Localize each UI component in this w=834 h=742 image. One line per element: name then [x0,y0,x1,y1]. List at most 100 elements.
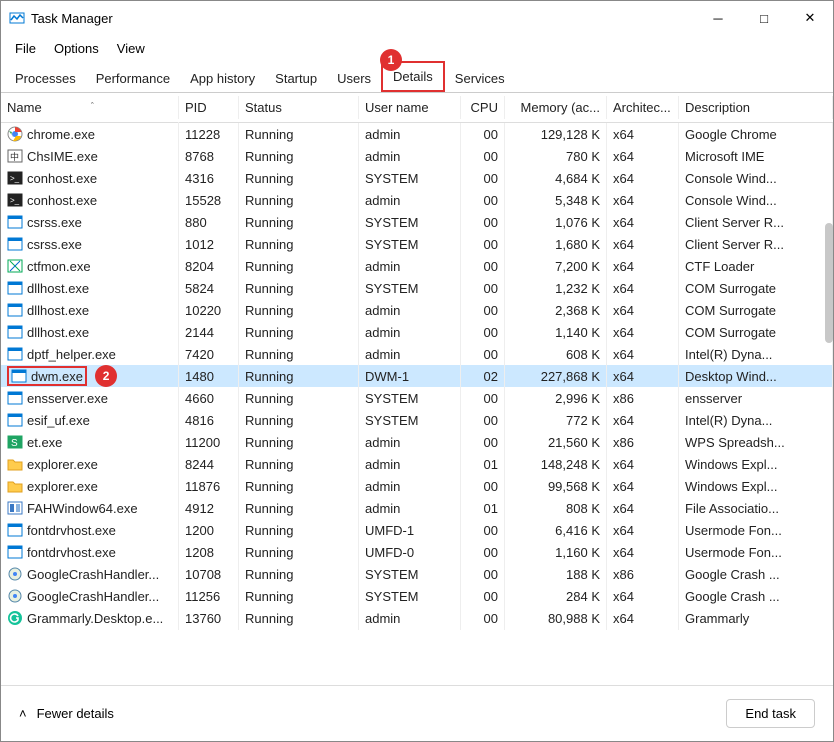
table-row[interactable]: dllhost.exe 2144 Running admin 00 1,140 … [1,321,833,343]
cell-user: SYSTEM [359,233,461,256]
cell-status: Running [239,277,359,300]
table-row[interactable]: fontdrvhost.exe 1208 Running UMFD-0 00 1… [1,541,833,563]
tab-users[interactable]: Users [327,65,381,92]
process-name: fontdrvhost.exe [27,523,116,538]
table-row[interactable]: chrome.exe 11228 Running admin 00 129,12… [1,123,833,145]
table-row[interactable]: Set.exe 11200 Running admin 00 21,560 K … [1,431,833,453]
cell-arch: x86 [607,387,679,410]
cell-memory: 284 K [505,585,607,608]
table-row[interactable]: dllhost.exe 5824 Running SYSTEM 00 1,232… [1,277,833,299]
cell-arch: x64 [607,299,679,322]
tab-performance[interactable]: Performance [86,65,180,92]
table-row[interactable]: fontdrvhost.exe 1200 Running UMFD-1 00 6… [1,519,833,541]
cell-arch: x64 [607,211,679,234]
cell-pid: 11876 [179,475,239,498]
process-icon [7,280,23,296]
cell-status: Running [239,431,359,454]
menu-options[interactable]: Options [46,39,107,58]
svg-text:>_: >_ [10,174,20,183]
cell-status: Running [239,321,359,344]
cell-pid: 1200 [179,519,239,542]
cell-memory: 808 K [505,497,607,520]
cell-cpu: 00 [461,233,505,256]
cell-memory: 1,160 K [505,541,607,564]
header-description[interactable]: Description [679,96,833,119]
cell-description: WPS Spreadsh... [679,431,833,454]
process-name: et.exe [27,435,62,450]
cell-cpu: 00 [461,541,505,564]
cell-arch: x86 [607,563,679,586]
maximize-button[interactable]: □ [741,1,787,35]
process-name: dllhost.exe [27,325,89,340]
cell-memory: 1,076 K [505,211,607,234]
header-status[interactable]: Status [239,96,359,119]
header-memory[interactable]: Memory (ac... [505,96,607,119]
table-row[interactable]: 中ChsIME.exe 8768 Running admin 00 780 K … [1,145,833,167]
menubar: File Options View [1,35,833,61]
cell-pid: 1208 [179,541,239,564]
table-row[interactable]: dwm.exe2 1480 Running DWM-1 02 227,868 K… [1,365,833,387]
cell-description: Usermode Fon... [679,519,833,542]
table-row[interactable]: Grammarly.Desktop.e... 13760 Running adm… [1,607,833,629]
cell-status: Running [239,563,359,586]
tab-processes[interactable]: Processes [5,65,86,92]
cell-description: Windows Expl... [679,453,833,476]
cell-user: DWM-1 [359,365,461,388]
tab-services[interactable]: Services [445,65,515,92]
tab-app-history[interactable]: App history [180,65,265,92]
cell-pid: 4816 [179,409,239,432]
folder-icon [7,478,23,494]
table-row[interactable]: >_conhost.exe 4316 Running SYSTEM 00 4,6… [1,167,833,189]
cell-arch: x64 [607,277,679,300]
cell-description: Usermode Fon... [679,541,833,564]
table-row[interactable]: dllhost.exe 10220 Running admin 00 2,368… [1,299,833,321]
header-cpu[interactable]: CPU [461,96,505,119]
close-button[interactable]: ✕ [787,1,833,35]
cell-memory: 21,560 K [505,431,607,454]
end-task-button[interactable]: End task [726,699,815,728]
cell-pid: 11228 [179,123,239,146]
cell-status: Running [239,519,359,542]
cell-user: admin [359,321,461,344]
cell-status: Running [239,475,359,498]
vertical-scrollbar[interactable] [825,223,833,343]
table-row[interactable]: GoogleCrashHandler... 10708 Running SYST… [1,563,833,585]
cell-pid: 11256 [179,585,239,608]
table-row[interactable]: csrss.exe 880 Running SYSTEM 00 1,076 K … [1,211,833,233]
process-icon [7,390,23,406]
table-row[interactable]: explorer.exe 11876 Running admin 00 99,5… [1,475,833,497]
header-user[interactable]: User name [359,96,461,119]
cell-memory: 1,680 K [505,233,607,256]
header-name[interactable]: Name＾ [1,96,179,119]
table-row[interactable]: GoogleCrashHandler... 11256 Running SYST… [1,585,833,607]
cell-description: Console Wind... [679,167,833,190]
minimize-button[interactable]: ─ [695,1,741,35]
tab-startup[interactable]: Startup [265,65,327,92]
table-row[interactable]: csrss.exe 1012 Running SYSTEM 00 1,680 K… [1,233,833,255]
table-row[interactable]: >_conhost.exe 15528 Running admin 00 5,3… [1,189,833,211]
header-architecture[interactable]: Architec... [607,96,679,119]
table-row[interactable]: esif_uf.exe 4816 Running SYSTEM 00 772 K… [1,409,833,431]
cell-cpu: 00 [461,211,505,234]
cell-cpu: 00 [461,431,505,454]
table-row[interactable]: ensserver.exe 4660 Running SYSTEM 00 2,9… [1,387,833,409]
cell-cpu: 00 [461,167,505,190]
menu-view[interactable]: View [109,39,153,58]
table-row[interactable]: explorer.exe 8244 Running admin 01 148,2… [1,453,833,475]
cell-cpu: 00 [461,409,505,432]
table-row[interactable]: FAHWindow64.exe 4912 Running admin 01 80… [1,497,833,519]
cell-status: Running [239,189,359,212]
cell-pid: 2144 [179,321,239,344]
fewer-details-toggle[interactable]: ˄ Fewer details [19,706,114,721]
process-icon [7,522,23,538]
process-name: GoogleCrashHandler... [27,589,159,604]
cell-status: Running [239,409,359,432]
cell-cpu: 00 [461,255,505,278]
table-row[interactable]: ctfmon.exe 8204 Running admin 00 7,200 K… [1,255,833,277]
task-manager-icon [9,10,25,26]
header-pid[interactable]: PID [179,96,239,119]
menu-file[interactable]: File [7,39,44,58]
cell-memory: 99,568 K [505,475,607,498]
cell-memory: 2,996 K [505,387,607,410]
cell-status: Running [239,299,359,322]
